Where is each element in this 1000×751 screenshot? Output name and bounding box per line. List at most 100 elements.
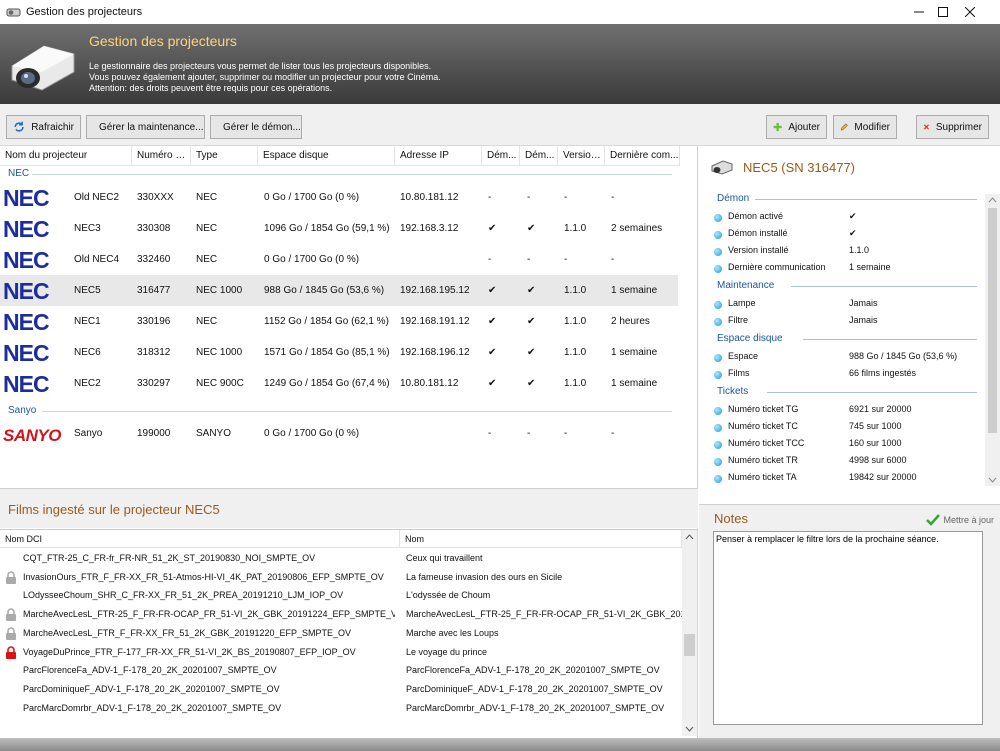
detail-row: Filtre Jamais	[714, 314, 984, 331]
projector-row[interactable]: NEC NEC1 330196 NEC 1152 Go / 1854 Go (6…	[0, 306, 678, 337]
bullet-icon	[714, 231, 722, 239]
detail-row: Numéro ticket TG 6921 sur 20000	[714, 403, 984, 420]
cell-disk: 0 Go / 1700 Go (0 %)	[264, 428, 360, 439]
bullet-icon	[714, 441, 722, 449]
cell-type: NEC	[196, 254, 218, 265]
film-row[interactable]: ParcFlorenceFa_ADV-1_F-178_20_2K_2020100…	[0, 661, 682, 680]
projector-row[interactable]: NEC Old NEC4 332460 NEC 0 Go / 1700 Go (…	[0, 244, 678, 275]
notes-section: Notes Mettre à jour Penser à remplacer l…	[699, 504, 1000, 751]
detail-value: Jamais	[849, 298, 878, 308]
maintenance-button[interactable]: Gérer la maintenance...	[86, 115, 205, 139]
film-row[interactable]: CQT_FTR-25_C_FR-fr_FR-NR_51_2K_ST_201908…	[0, 549, 682, 568]
cell-number: 330297	[137, 378, 171, 389]
details-title: NEC5 (SN 316477)	[743, 159, 855, 175]
banner-title: Gestion des projecteurs	[89, 33, 237, 49]
film-dci-name: InvasionOurs_FTR_F_FR-XX_FR_51-Atmos-HI-…	[23, 571, 384, 582]
film-row[interactable]: ParcDominiqueF_ADV-1_F-178_20_2K_2020100…	[0, 680, 682, 699]
projector-row[interactable]: SANYO Sanyo 199000 SANYO 0 Go / 1700 Go …	[0, 418, 678, 449]
detail-key: Dernière communication	[728, 262, 826, 272]
detail-value: 19842 sur 20000	[849, 472, 917, 482]
bullet-icon	[714, 458, 722, 466]
detail-value: 745 sur 1000	[849, 421, 902, 431]
projector-row[interactable]: NEC NEC3 330308 NEC 1096 Go / 1854 Go (5…	[0, 213, 678, 244]
col-header-type[interactable]: Type	[191, 146, 258, 166]
checkmark-icon	[926, 514, 941, 526]
cell-daemon-installed: ✔	[527, 285, 536, 296]
cell-last-comm: 1 semaine	[611, 285, 658, 296]
lock-icon	[6, 570, 16, 584]
film-title: Ceux qui travaillent	[406, 553, 483, 563]
details-panel: NEC5 (SN 316477) Démon Démon activé ✔ Démon…	[699, 146, 1000, 751]
daemon-button[interactable]: Gérer le démon...	[210, 115, 302, 139]
cell-daemon-installed: -	[527, 428, 531, 439]
details-scrollbar[interactable]	[985, 194, 1000, 486]
films-list: Nom DCI Nom CQT_FTR-25_C_FR-fr_FR-NR_51_…	[0, 529, 698, 751]
detail-row: Version installé 1.1.0	[714, 244, 984, 261]
scroll-up-icon	[988, 197, 997, 203]
delete-button[interactable]: Supprimer	[916, 115, 989, 139]
cell-daemon-active: -	[488, 192, 492, 203]
banner-line: Vous pouvez également ajouter, supprimer…	[89, 72, 441, 82]
add-button[interactable]: Ajouter	[766, 115, 827, 139]
cell-type: NEC	[196, 316, 218, 327]
cell-last-comm: -	[611, 254, 615, 265]
projector-row-selected[interactable]: NEC NEC5 316477 NEC 1000 988 Go / 1845 G…	[0, 275, 678, 306]
detail-value: ✔	[849, 211, 857, 221]
modify-button[interactable]: Modifier	[833, 115, 897, 139]
projector-row[interactable]: NEC Old NEC2 330XXX NEC 0 Go / 1700 Go (…	[0, 182, 678, 213]
col-header-disk[interactable]: Espace disque	[258, 146, 395, 166]
col-header-daemon-active[interactable]: Dém...	[482, 146, 520, 166]
detail-row: Numéro ticket TA 19842 sur 20000	[714, 471, 984, 488]
projector-row[interactable]: NEC NEC2 330297 NEC 900C 1249 Go / 1854 …	[0, 368, 678, 399]
scroll-thumb[interactable]	[988, 208, 997, 433]
nec-logo: NEC	[3, 185, 50, 211]
col-header-daemon-installed[interactable]: Dém...	[520, 146, 558, 166]
cell-version: 1.1.0	[564, 285, 587, 296]
cell-disk: 1571 Go / 1854 Go (85,1 %)	[264, 347, 390, 358]
col-header-film-name[interactable]: Nom	[400, 530, 682, 548]
cell-disk: 1249 Go / 1854 Go (67,4 %)	[264, 378, 390, 389]
bullet-icon	[714, 248, 722, 256]
film-row[interactable]: InvasionOurs_FTR_F_FR-XX_FR_51-Atmos-HI-…	[0, 568, 682, 587]
notes-textarea[interactable]: Penser à remplacer le filtre lors de la …	[713, 531, 983, 725]
cell-version: -	[564, 428, 568, 439]
cell-version: -	[564, 254, 568, 265]
col-header-name[interactable]: Nom du projecteur	[0, 146, 132, 166]
col-header-ip[interactable]: Adresse IP	[395, 146, 482, 166]
bullet-icon	[714, 354, 722, 362]
col-header-number[interactable]: Numéro de...	[132, 146, 191, 166]
close-button[interactable]	[947, 0, 993, 24]
film-row[interactable]: MarcheAvecLesL_FTR-25_F_FR-FR-OCAP_FR_51…	[0, 605, 682, 624]
detail-row: Numéro ticket TCC 160 sur 1000	[714, 437, 984, 454]
update-notes-button[interactable]: Mettre à jour	[926, 514, 994, 526]
film-dci-name: LOdysseeChoum_SHR_C_FR-XX_FR_51_2K_PREA_…	[23, 590, 344, 601]
cell-name: NEC6	[74, 347, 101, 358]
col-header-last-comm[interactable]: Dernière com...	[605, 146, 680, 166]
detail-value: 160 sur 1000	[849, 438, 902, 448]
update-notes-label: Mettre à jour	[943, 515, 994, 525]
delete-label: Supprimer	[935, 121, 982, 133]
films-scrollbar[interactable]	[682, 530, 697, 736]
cell-type: NEC 1000	[196, 347, 243, 358]
refresh-button[interactable]: Rafraichir	[6, 115, 81, 139]
detail-row: Espace 988 Go / 1845 Go (53,6 %)	[714, 350, 984, 367]
cell-last-comm: 2 semaines	[611, 223, 663, 234]
bullet-icon	[714, 318, 722, 326]
bullet-icon	[714, 265, 722, 273]
film-row[interactable]: VoyageDuPrince_FTR_F-177_FR-XX_FR_51-VI_…	[0, 643, 682, 662]
cell-number: 330XXX	[137, 192, 174, 203]
projector-row[interactable]: NEC NEC6 318312 NEC 1000 1571 Go / 1854 …	[0, 337, 678, 368]
bullet-icon	[714, 407, 722, 415]
film-row[interactable]: ParcMarcDomrbr_ADV-1_F-178_20_2K_2020100…	[0, 699, 682, 718]
cell-ip: 10.80.181.12	[400, 192, 459, 203]
cell-name: NEC2	[74, 378, 101, 389]
detail-row: Numéro ticket TR 4998 sur 6000	[714, 454, 984, 471]
detail-section-title: Espace disque	[717, 333, 783, 344]
col-header-version[interactable]: Version...	[558, 146, 605, 166]
cell-daemon-installed: -	[527, 254, 531, 265]
col-header-dci[interactable]: Nom DCI	[0, 530, 400, 548]
film-row[interactable]: MarcheAvecLesL_FTR_F_FR-XX_FR_51_2K_GBK_…	[0, 624, 682, 643]
film-row[interactable]: LOdysseeChoum_SHR_C_FR-XX_FR_51_2K_PREA_…	[0, 586, 682, 605]
cell-ip: 192.168.191.12	[400, 316, 470, 327]
scroll-thumb[interactable]	[684, 634, 695, 656]
